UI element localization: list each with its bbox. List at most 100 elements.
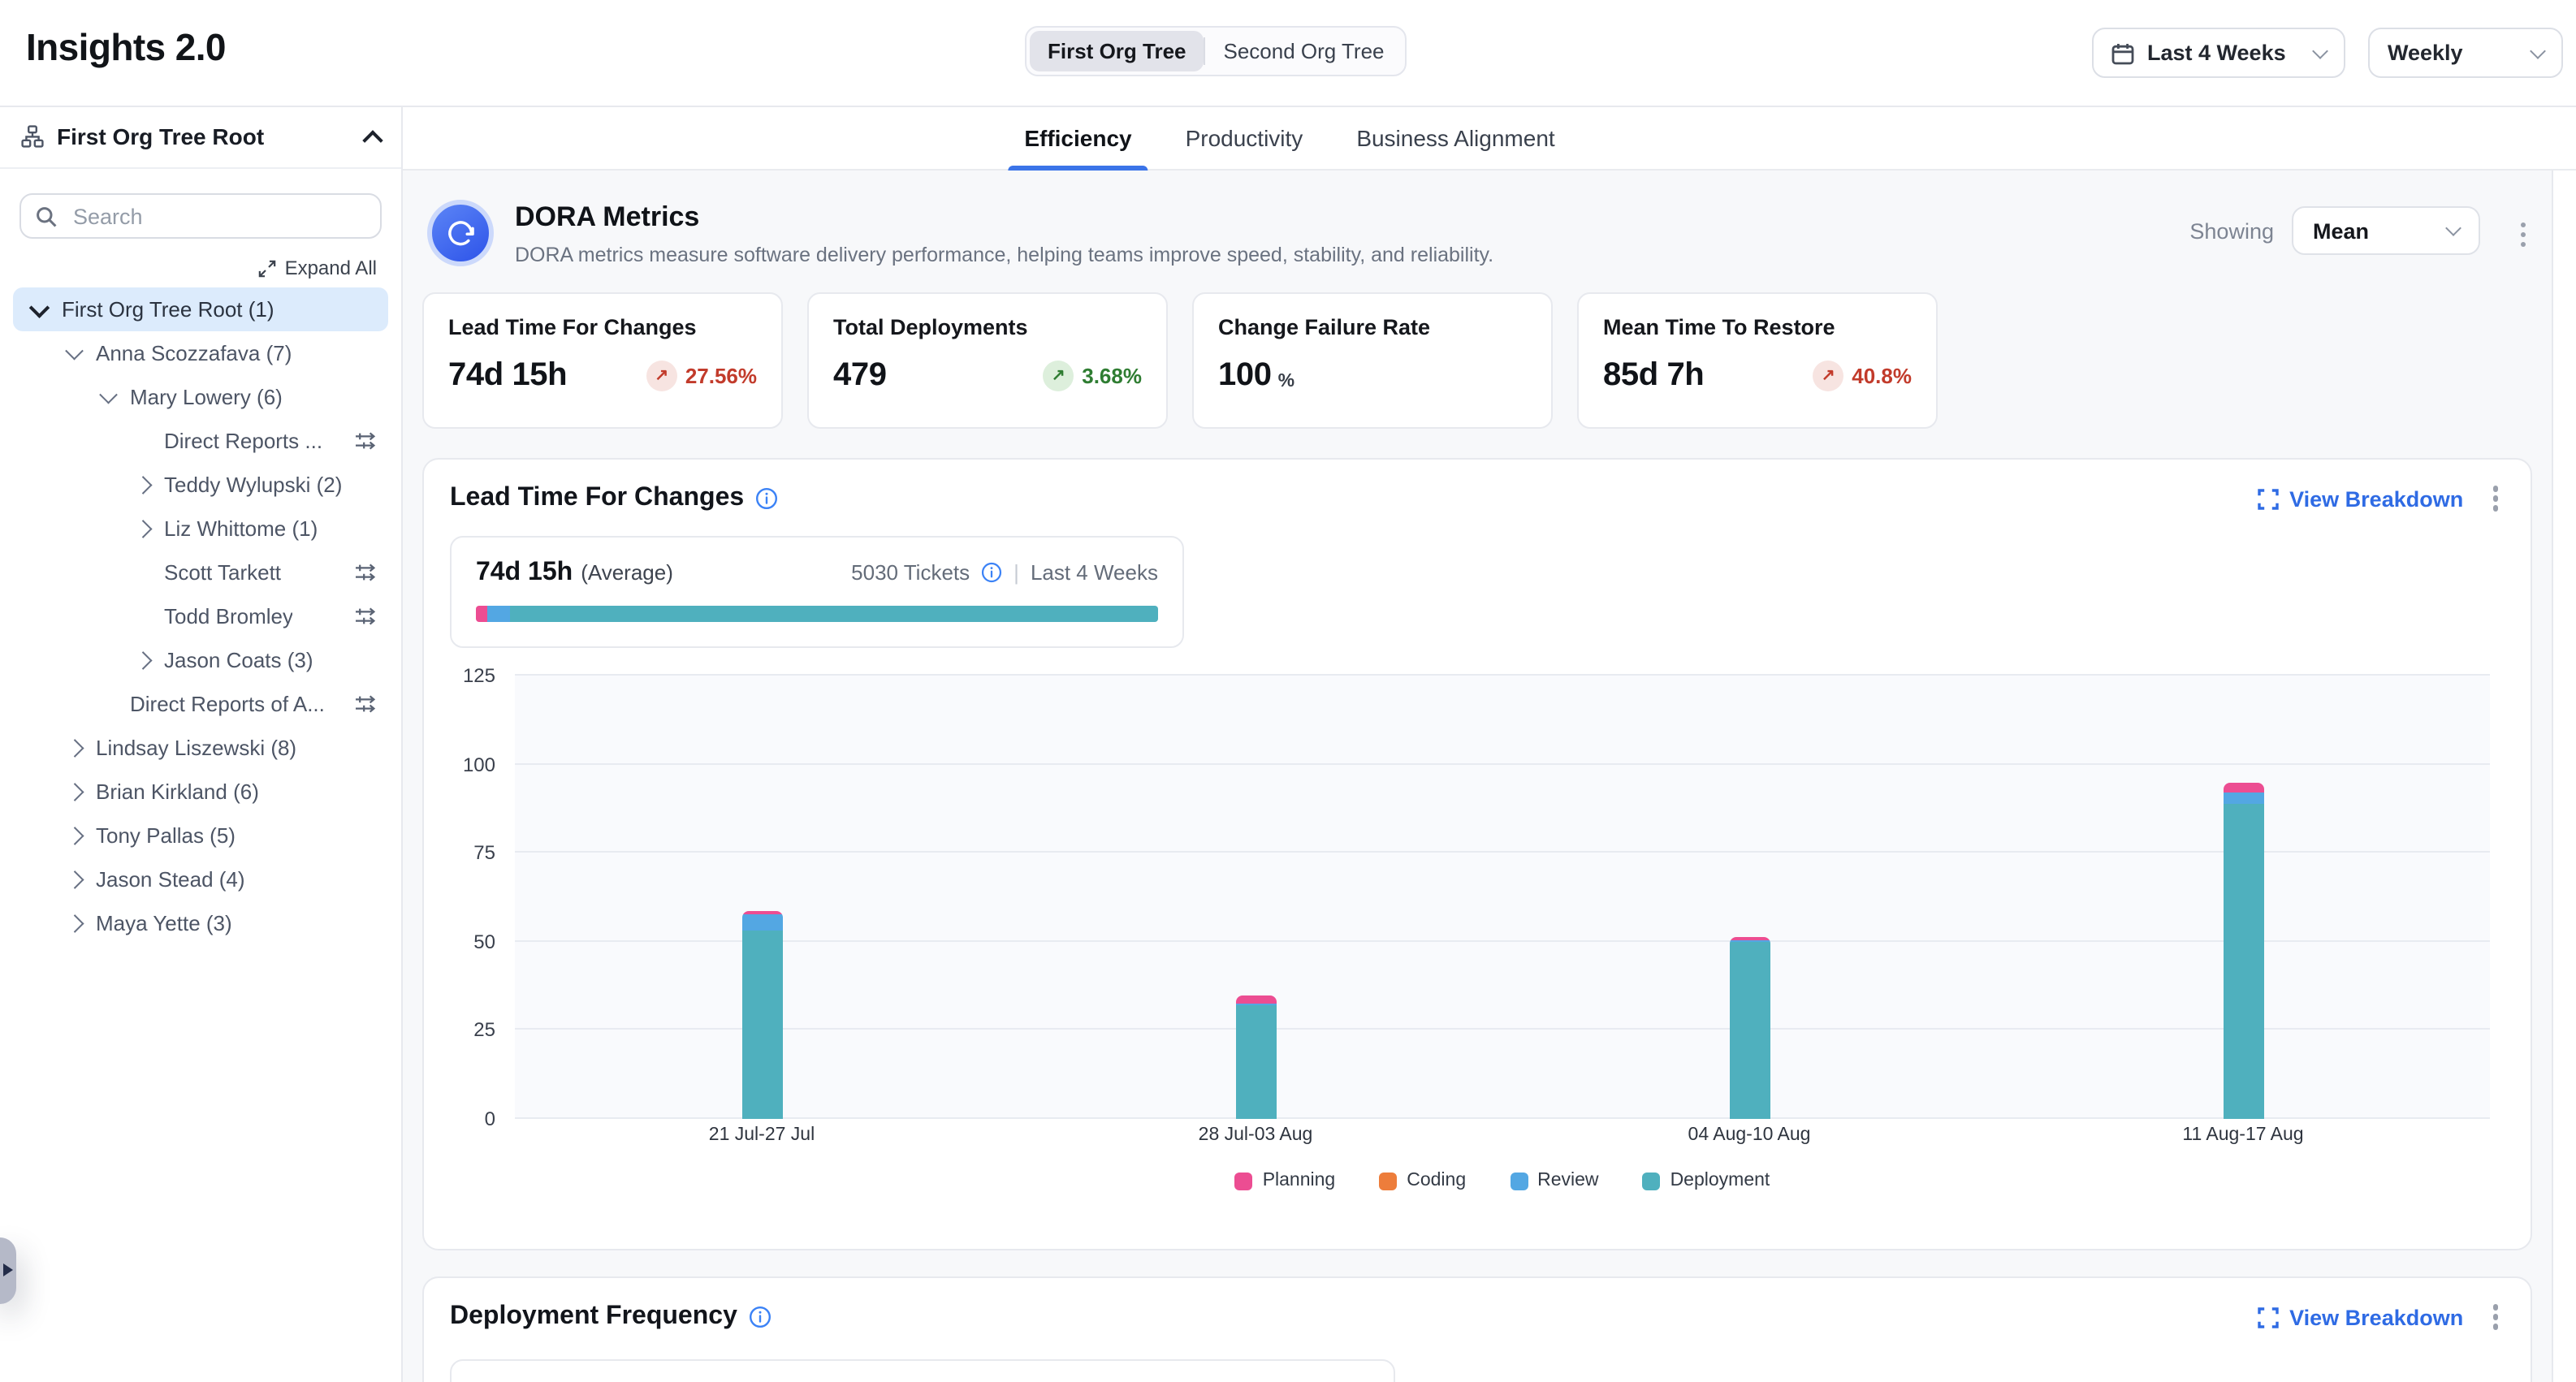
- chevron-right-icon[interactable]: [132, 474, 153, 495]
- phase-segment-planning[interactable]: [476, 606, 486, 622]
- metric-card-value-row: 74d 15h↗27.56%: [448, 357, 757, 395]
- date-range-select[interactable]: Last 4 Weeks: [2092, 28, 2345, 78]
- tree-item[interactable]: Lindsay Liszewski (8): [13, 726, 388, 770]
- chevron-right-icon[interactable]: [63, 913, 84, 934]
- chevron-right-icon[interactable]: [63, 781, 84, 802]
- tree-item[interactable]: Tony Pallas (5): [13, 814, 388, 857]
- chevron-right-icon[interactable]: [132, 650, 153, 671]
- tree-item[interactable]: Mary Lowery (6): [13, 375, 388, 419]
- sidebar-search[interactable]: [19, 193, 382, 239]
- filter-icon[interactable]: [354, 562, 377, 583]
- stacked-bar[interactable]: [2223, 782, 2263, 1119]
- tree-item[interactable]: First Org Tree Root (1): [13, 287, 388, 331]
- chevron-spacer: [132, 606, 153, 627]
- expand-icon: [259, 259, 277, 277]
- tree-item[interactable]: Direct Reports of A...: [13, 682, 388, 726]
- chevron-right-icon[interactable]: [63, 825, 84, 846]
- stacked-bar[interactable]: [1235, 995, 1276, 1119]
- bar-segment-deployment[interactable]: [1729, 942, 1770, 1119]
- calendar-icon: [2111, 41, 2134, 64]
- filter-icon[interactable]: [354, 693, 377, 715]
- tab-business-alignment[interactable]: Business Alignment: [1351, 106, 1559, 169]
- summary-row: 74d 15h (Average) 5030 Tickets | Last 4 …: [476, 559, 1158, 588]
- sidebar-header[interactable]: First Org Tree Root: [0, 106, 401, 169]
- tree-item[interactable]: Liz Whittome (1): [13, 507, 388, 551]
- legend-item-review[interactable]: Review: [1510, 1171, 1598, 1190]
- dora-metrics-header: DORA Metrics DORA metrics measure softwa…: [427, 200, 1493, 266]
- tree-item[interactable]: Jason Stead (4): [13, 857, 388, 901]
- tree-item-label: Jason Coats (3): [164, 648, 313, 672]
- lead-time-summary-card: 74d 15h (Average) 5030 Tickets | Last 4 …: [450, 536, 1184, 648]
- chevron-right-icon[interactable]: [132, 518, 153, 539]
- phase-segment-review[interactable]: [486, 606, 510, 622]
- bar-segment-deployment[interactable]: [741, 931, 782, 1119]
- expand-corners-icon: [2257, 488, 2278, 509]
- phase-segment-deployment[interactable]: [510, 606, 1158, 622]
- app-title: Insights 2.0: [26, 26, 226, 70]
- filter-icon[interactable]: [354, 430, 377, 451]
- dora-metrics-subtitle: DORA metrics measure software delivery p…: [515, 244, 1493, 266]
- search-icon: [36, 205, 57, 227]
- bar-segment-review[interactable]: [2223, 792, 2263, 803]
- filter-icon[interactable]: [354, 606, 377, 627]
- sidebar-collapse-toggle[interactable]: [0, 1237, 16, 1304]
- tree-item[interactable]: Direct Reports ...: [13, 419, 388, 463]
- expand-all-button[interactable]: Expand All: [24, 257, 377, 279]
- gridline: [515, 940, 2490, 942]
- metric-card: Total Deployments479↗3.68%: [807, 292, 1168, 429]
- legend-item-deployment[interactable]: Deployment: [1643, 1171, 1770, 1190]
- bar-segment-deployment[interactable]: [1235, 1005, 1276, 1119]
- average-label: (Average): [581, 560, 673, 585]
- stacked-bar[interactable]: [1729, 937, 1770, 1119]
- org-tree-toggle-second[interactable]: Second Org Tree: [1206, 31, 1403, 71]
- bar-segment-review[interactable]: [741, 915, 782, 931]
- tree-item-label: Jason Stead (4): [96, 867, 245, 892]
- insights-dashboard: Insights 2.0 First Org Tree Second Org T…: [0, 0, 2576, 1382]
- metric-card-title: Lead Time For Changes: [448, 315, 757, 339]
- scrollbar-track[interactable]: [2552, 169, 2576, 1382]
- lead-time-panel-header: Lead Time For Changes View Breakdown: [450, 481, 2503, 516]
- legend-swatch: [1379, 1172, 1397, 1190]
- tree-item[interactable]: Anna Scozzafava (7): [13, 331, 388, 375]
- legend-swatch: [1510, 1172, 1528, 1190]
- view-breakdown-button[interactable]: View Breakdown: [2257, 1305, 2463, 1329]
- search-input[interactable]: [70, 202, 365, 230]
- lead-time-more-options-button[interactable]: [2487, 482, 2503, 516]
- legend-label: Planning: [1263, 1171, 1336, 1190]
- chevron-down-icon[interactable]: [63, 343, 84, 364]
- legend-item-coding[interactable]: Coding: [1379, 1171, 1466, 1190]
- chevron-up-icon[interactable]: [362, 129, 383, 149]
- tree-item[interactable]: Jason Coats (3): [13, 638, 388, 682]
- view-breakdown-button[interactable]: View Breakdown: [2257, 486, 2463, 511]
- showing-label: Showing: [2189, 218, 2274, 243]
- chevron-right-icon[interactable]: [63, 869, 84, 890]
- tree-item[interactable]: Brian Kirkland (6): [13, 770, 388, 814]
- deployment-more-options-button[interactable]: [2487, 1300, 2503, 1335]
- tree-item[interactable]: Scott Tarkett: [13, 551, 388, 594]
- tree-item[interactable]: Teddy Wylupski (2): [13, 463, 388, 507]
- tab-efficiency[interactable]: Efficiency: [1019, 106, 1136, 169]
- org-tree-toggle-first[interactable]: First Org Tree: [1030, 31, 1204, 71]
- legend-item-planning[interactable]: Planning: [1235, 1171, 1336, 1190]
- tree-item[interactable]: Maya Yette (3): [13, 901, 388, 945]
- info-icon[interactable]: [749, 1306, 772, 1328]
- granularity-select[interactable]: Weekly: [2368, 28, 2563, 78]
- view-breakdown-label: View Breakdown: [2289, 1305, 2463, 1329]
- bar-segment-planning[interactable]: [1235, 995, 1276, 1004]
- tab-productivity[interactable]: Productivity: [1181, 106, 1308, 169]
- chevron-down-icon[interactable]: [97, 387, 119, 408]
- info-icon[interactable]: [755, 487, 778, 510]
- stacked-bar[interactable]: [741, 912, 782, 1120]
- dora-more-options-button[interactable]: [2515, 218, 2531, 253]
- info-icon[interactable]: [981, 562, 1002, 583]
- summary-meta: 5030 Tickets | Last 4 Weeks: [851, 560, 1158, 585]
- tree-item[interactable]: Todd Bromley: [13, 594, 388, 638]
- deployment-summary-card: [450, 1359, 1395, 1382]
- chevron-down-icon[interactable]: [29, 299, 50, 320]
- mean-select[interactable]: Mean: [2292, 206, 2480, 255]
- triangle-right-icon: [3, 1263, 13, 1276]
- bar-segment-deployment[interactable]: [2223, 803, 2263, 1119]
- view-breakdown-label: View Breakdown: [2289, 486, 2463, 511]
- bar-segment-planning[interactable]: [2223, 782, 2263, 792]
- chevron-right-icon[interactable]: [63, 737, 84, 758]
